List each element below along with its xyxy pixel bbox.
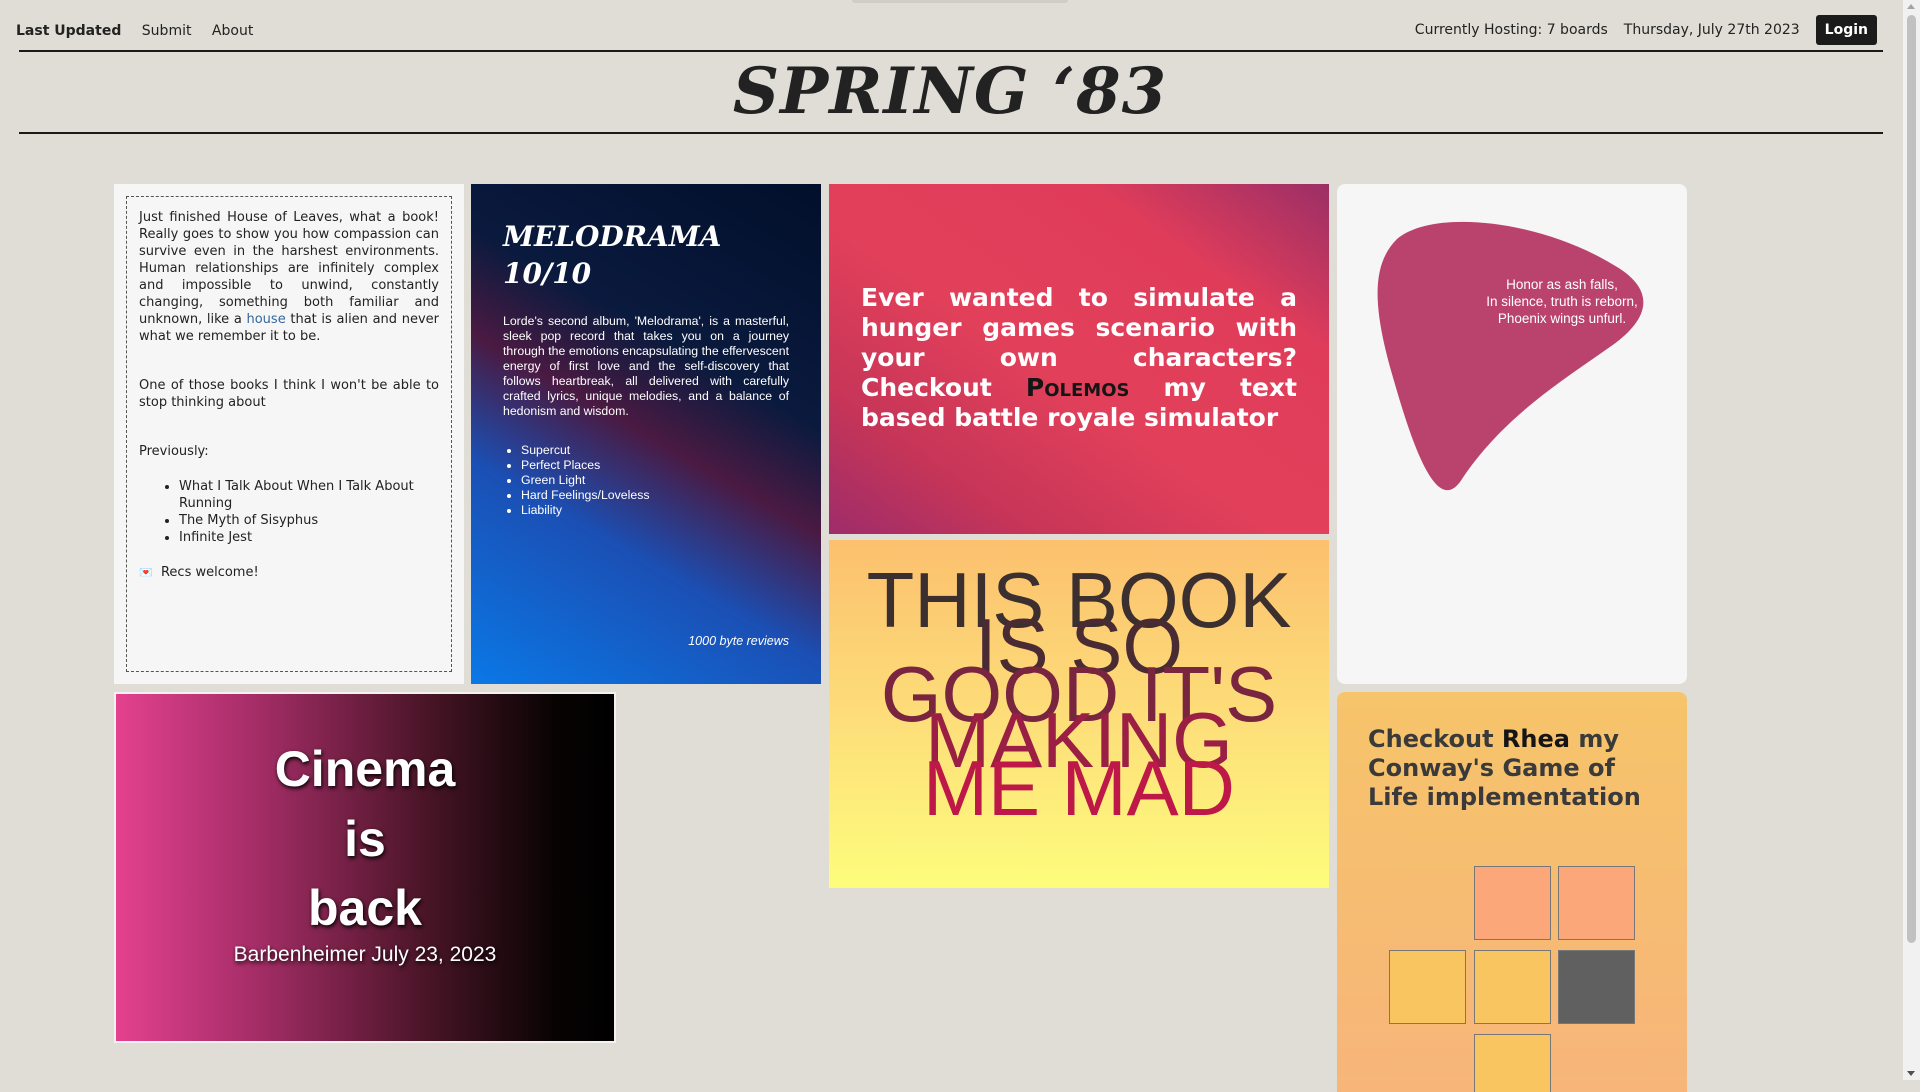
nav-last-updated[interactable]: Last Updated [16,23,121,39]
recs-text: Recs welcome! [160,565,259,580]
life-cell [1389,950,1466,1024]
list-item: What I Talk About When I Talk About Runn… [179,478,439,512]
board-rhea-promo[interactable]: Checkout Rhea my Conway's Game of Life i… [1337,692,1687,1092]
life-cell [1474,1034,1551,1092]
nav-about[interactable]: About [212,23,253,39]
review-signature: 1000 byte reviews [688,634,789,648]
haiku-line-2: In silence, truth is reborn, [1486,294,1638,309]
header-rule-bottom [19,132,1883,134]
header-rule-top [19,50,1883,52]
haiku-line-1: Honor as ash falls, [1506,277,1618,292]
rhea-title: Checkout Rhea my Conway's Game of Life i… [1368,725,1668,812]
rhea-text-start: Checkout [1368,725,1502,753]
note-paragraph-2: One of those books I think I won't be ab… [139,378,439,410]
life-cell [1558,866,1635,940]
scrollbar-thumb[interactable] [1907,15,1916,943]
site-title: SPRING ‘83 [732,54,1168,129]
track-item: Liability [521,503,789,518]
track-item: Perfect Places [521,458,789,473]
board-cinema[interactable]: Cinema is back Barbenheimer July 23, 202… [116,694,614,1041]
nav-status: Currently Hosting: 7 boards Thursday, Ju… [1415,15,1877,45]
review-body: Lorde's second album, 'Melodrama', is a … [503,314,789,418]
blob-shape [1377,221,1644,491]
note-frame: Just finished House of Leaves, what a bo… [126,196,452,672]
board-book-rant[interactable]: THIS BOOK IS SO GOOD IT'S MAKING ME MAD [829,540,1329,888]
board-haiku[interactable]: Honor as ash falls, In silence, truth is… [1337,184,1687,684]
book-line-5: ME MAD [923,744,1235,832]
polemos-text: Ever wanted to simulate a hunger games s… [861,283,1297,433]
previously-label: Previously: [139,444,209,459]
track-list: Supercut Perfect Places Green Light Hard… [503,443,789,518]
scroll-up-arrow-icon[interactable] [1907,4,1915,9]
note-text: Just finished House of Leaves, what a bo… [139,210,439,327]
life-cell [1474,950,1551,1024]
love-letter-icon: 💌 [139,566,153,579]
scroll-down-arrow-icon[interactable] [1907,1071,1915,1076]
top-navigation: Last Updated Submit About Currently Host… [0,0,1900,52]
review-score: 10/10 [503,257,592,290]
list-item: The Myth of Sisyphus [179,512,439,529]
life-cell [1558,950,1635,1024]
cinema-subtitle: Barbenheimer July 23, 2023 [233,943,497,966]
board-note-house-of-leaves[interactable]: Just finished House of Leaves, what a bo… [114,184,464,684]
note-paragraph: Just finished House of Leaves, what a bo… [139,209,439,345]
polemos-link[interactable]: Polemos [1026,373,1130,402]
rhea-link[interactable]: Rhea [1502,725,1570,753]
life-cell [1474,866,1551,940]
review-title: MELODRAMA 10/10 [503,218,789,292]
nav-submit[interactable]: Submit [142,23,192,39]
board-polemos-promo[interactable]: Ever wanted to simulate a hunger games s… [829,184,1329,534]
cinema-line-1: Cinema [274,741,456,797]
board-melodrama-review[interactable]: MELODRAMA 10/10 Lorde's second album, 'M… [471,184,821,684]
recs-line: 💌 Recs welcome! [139,564,439,581]
house-link[interactable]: house [246,312,285,327]
vertical-scrollbar[interactable] [1903,0,1920,1080]
track-item: Green Light [521,473,789,488]
cinema-line-2: is [344,811,386,867]
previous-books-list: What I Talk About When I Talk About Runn… [139,478,439,546]
haiku-text: Honor as ash falls, In silence, truth is… [1477,276,1647,327]
nav-links: Last Updated Submit About [16,23,269,39]
track-item: Supercut [521,443,789,458]
haiku-line-3: Phoenix wings unfurl. [1497,311,1627,326]
cinema-line-3: back [308,880,422,936]
track-item: Hard Feelings/Loveless [521,488,789,503]
current-date: Thursday, July 27th 2023 [1623,22,1800,38]
album-title: MELODRAMA [503,220,722,253]
login-button[interactable]: Login [1815,15,1877,45]
list-item: Infinite Jest [179,529,439,546]
hosting-count: Currently Hosting: 7 boards [1414,22,1608,38]
